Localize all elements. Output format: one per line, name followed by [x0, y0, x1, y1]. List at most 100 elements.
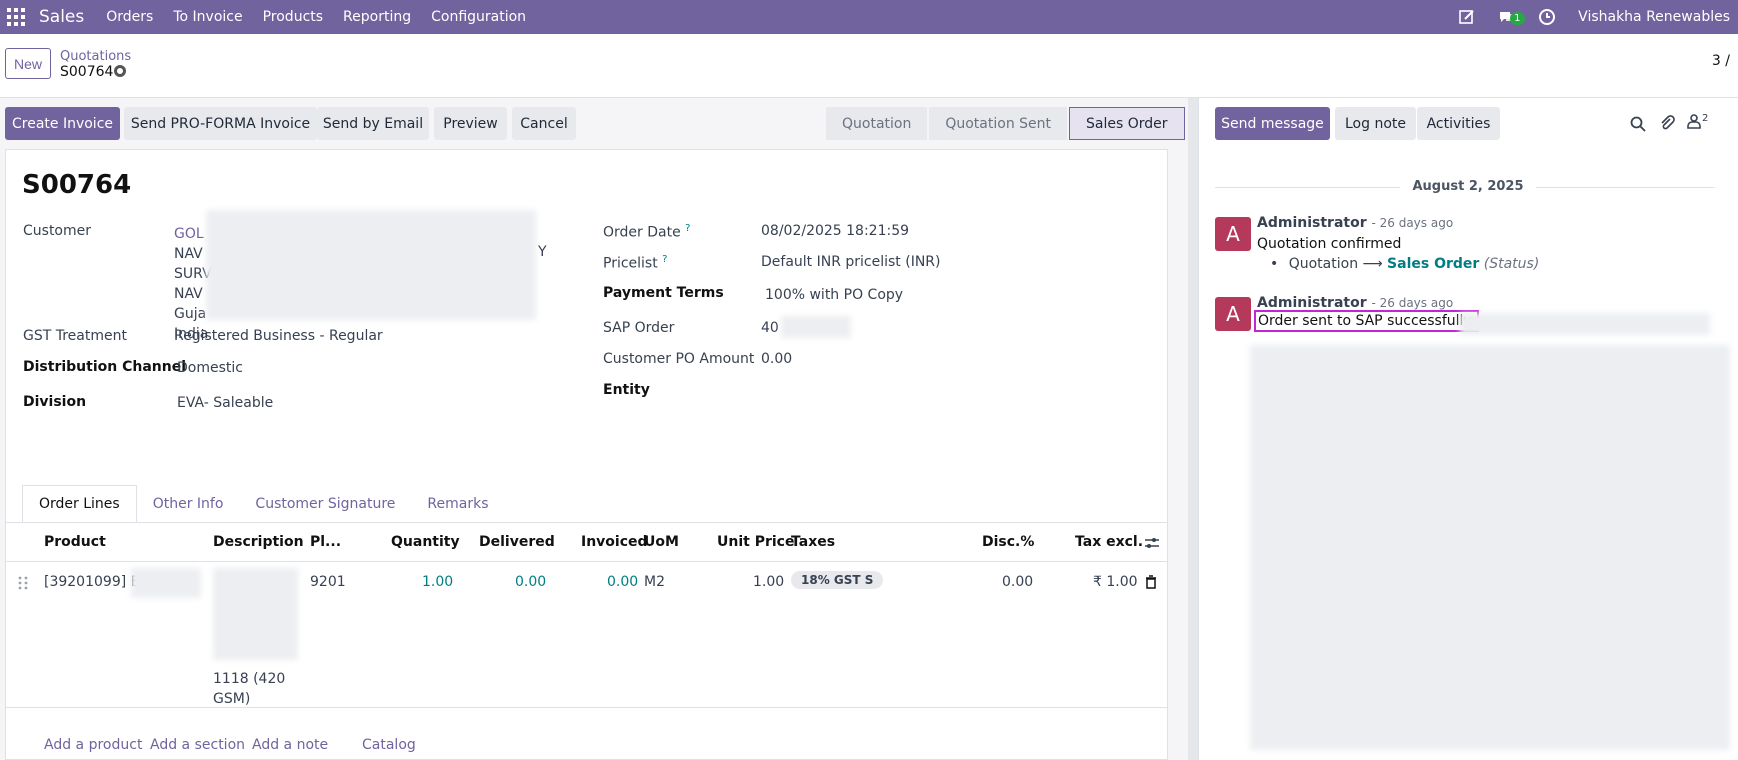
add-section-link[interactable]: Add a section — [150, 737, 245, 753]
menu-reporting[interactable]: Reporting — [343, 9, 411, 25]
menu-to-invoice[interactable]: To Invoice — [173, 9, 242, 25]
tab-order-lines[interactable]: Order Lines — [22, 485, 137, 523]
menu-orders[interactable]: Orders — [106, 9, 153, 25]
avatar[interactable]: A — [1215, 217, 1251, 251]
redacted-message-content — [1250, 345, 1730, 750]
gst-label: GST Treatment — [23, 328, 127, 344]
row-pl[interactable]: 9201 — [310, 574, 346, 590]
log-note-button[interactable]: Log note — [1335, 107, 1416, 140]
pricelist-value[interactable]: Default INR pricelist (INR) — [761, 254, 941, 270]
sap-order-value[interactable]: 40 — [761, 320, 779, 336]
row-tax-badge[interactable]: 18% GST S — [791, 571, 884, 589]
gst-value[interactable]: Registered Business - Regular — [174, 328, 383, 344]
message-author[interactable]: Administrator - 26 days ago — [1257, 295, 1453, 311]
tab-customer-signature[interactable]: Customer Signature — [239, 485, 411, 523]
col-invoiced[interactable]: Invoiced — [581, 534, 648, 550]
app-grid-icon[interactable] — [7, 8, 25, 26]
col-taxes[interactable]: Taxes — [791, 534, 835, 550]
chat-count-badge: 1 — [1510, 12, 1525, 25]
status-sales-order[interactable]: Sales Order — [1069, 107, 1185, 140]
tab-other-info[interactable]: Other Info — [137, 485, 240, 523]
help-icon[interactable]: ? — [662, 254, 667, 265]
paperclip-icon[interactable] — [1659, 115, 1675, 135]
row-description-tail[interactable]: GSM) — [213, 691, 250, 707]
send-by-email-button[interactable]: Send by Email — [317, 107, 429, 140]
payment-terms-label: Payment Terms — [603, 285, 724, 301]
division-value[interactable]: EVA- Saleable — [177, 395, 273, 411]
payment-terms-value[interactable]: 100% with PO Copy — [765, 287, 903, 303]
gear-icon[interactable] — [114, 65, 126, 77]
new-button[interactable]: New — [5, 48, 51, 79]
row-invoiced[interactable]: 0.00 — [607, 574, 638, 590]
message-time: - 26 days ago — [1371, 216, 1454, 230]
row-tax-excl[interactable]: ₹ 1.00 — [1093, 574, 1138, 590]
col-tax-excl[interactable]: Tax excl. — [1075, 534, 1143, 550]
clock-icon[interactable] — [1538, 8, 1560, 26]
app-brand[interactable]: Sales — [39, 7, 84, 27]
message-author[interactable]: Administrator - 26 days ago — [1257, 215, 1453, 231]
pager[interactable]: 3 / — [1712, 53, 1730, 69]
trash-icon[interactable] — [1145, 575, 1157, 593]
message-body: Quotation confirmed — [1257, 236, 1402, 252]
status-bar: Quotation Quotation Sent Sales Order — [826, 107, 1187, 140]
send-message-button[interactable]: Send message — [1215, 107, 1330, 140]
customer-label: Customer — [23, 223, 92, 239]
drag-handle-icon[interactable] — [18, 576, 28, 594]
distribution-value[interactable]: Domestic — [177, 360, 243, 376]
tracking-old-value: Quotation — [1288, 256, 1359, 272]
add-product-link[interactable]: Add a product — [44, 737, 142, 753]
col-description[interactable]: Description — [213, 534, 304, 550]
order-date-value[interactable]: 08/02/2025 18:21:59 — [761, 223, 909, 239]
col-product[interactable]: Product — [44, 534, 106, 550]
po-amount-value[interactable]: 0.00 — [761, 351, 792, 367]
col-pl[interactable]: Pl... — [310, 534, 341, 550]
row-description-tail[interactable]: 1118 (420 — [213, 671, 285, 687]
status-quotation-sent[interactable]: Quotation Sent — [929, 107, 1067, 140]
company-switcher[interactable]: Vishakha Renewables — [1578, 9, 1730, 25]
activities-button[interactable]: Activities — [1417, 107, 1500, 140]
add-note-link[interactable]: Add a note — [252, 737, 328, 753]
column-settings-icon[interactable] — [1144, 536, 1160, 554]
col-quantity[interactable]: Quantity — [391, 534, 460, 550]
chatter-date: August 2, 2025 — [1400, 179, 1536, 194]
chat-icon[interactable]: 1 — [1498, 8, 1525, 26]
tabs-divider — [6, 522, 1167, 523]
col-disc[interactable]: Disc.% — [982, 534, 1034, 550]
chatter-date-separator: August 2, 2025 — [1198, 179, 1738, 194]
edit-note-icon[interactable] — [1458, 8, 1480, 26]
redacted-sap — [781, 316, 851, 338]
create-invoice-button[interactable]: Create Invoice — [5, 107, 120, 140]
send-proforma-button[interactable]: Send PRO-FORMA Invoice — [124, 107, 317, 140]
row-quantity[interactable]: 1.00 — [422, 574, 453, 590]
col-delivered[interactable]: Delivered — [479, 534, 555, 550]
row-delivered[interactable]: 0.00 — [515, 574, 546, 590]
menu-products[interactable]: Products — [263, 9, 323, 25]
row-uom[interactable]: M2 — [644, 574, 665, 590]
redacted-description — [213, 568, 298, 660]
menu-configuration[interactable]: Configuration — [431, 9, 526, 25]
preview-button[interactable]: Preview — [434, 107, 507, 140]
arrow-right-icon: ⟶ — [1362, 256, 1383, 272]
tab-remarks[interactable]: Remarks — [411, 485, 504, 523]
col-uom[interactable]: UoM — [644, 534, 679, 550]
sap-order-label: SAP Order — [603, 320, 675, 336]
help-icon[interactable]: ? — [685, 223, 690, 234]
row-unit-price[interactable]: 1.00 — [753, 574, 784, 590]
cancel-button[interactable]: Cancel — [512, 107, 576, 140]
table-header-divider — [6, 561, 1167, 562]
row-product[interactable]: [39201099] E — [44, 574, 139, 590]
status-quotation[interactable]: Quotation — [826, 107, 928, 140]
breadcrumb-quotations[interactable]: Quotations — [60, 49, 131, 64]
form-sheet: S00764 Customer GOL NAV SURV NAV Guja In… — [5, 149, 1168, 760]
followers-button[interactable]: 2 — [1687, 113, 1708, 129]
search-icon[interactable] — [1630, 116, 1646, 136]
row-disc[interactable]: 0.00 — [1002, 574, 1033, 590]
top-navbar: Sales Orders To Invoice Products Reporti… — [0, 0, 1738, 34]
highlighted-message: Order sent to SAP successfully: — [1254, 310, 1480, 332]
col-unit-price[interactable]: Unit Price — [717, 534, 794, 550]
notebook-tabs: Order Lines Other Info Customer Signatur… — [22, 485, 505, 523]
redacted-product — [131, 568, 201, 598]
form-scrollbar[interactable] — [1188, 98, 1198, 760]
catalog-link[interactable]: Catalog — [362, 737, 416, 753]
avatar[interactable]: A — [1215, 297, 1251, 331]
